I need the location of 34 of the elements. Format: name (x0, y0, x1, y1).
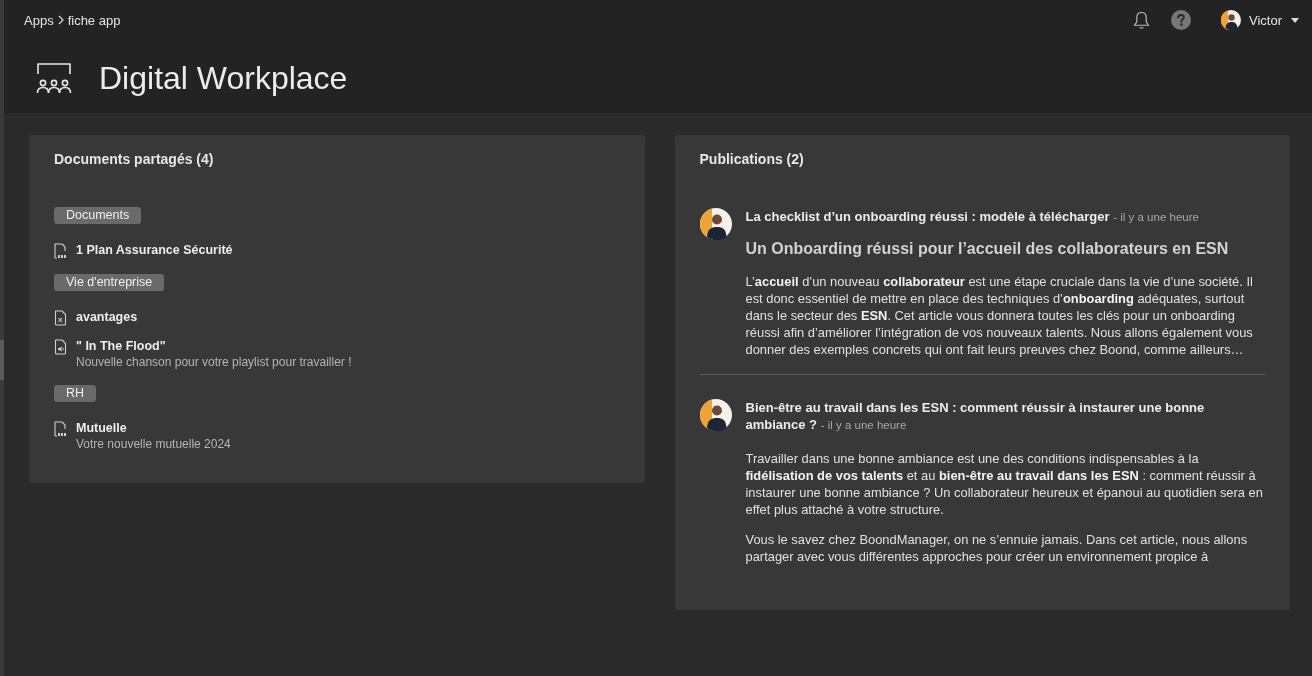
avatar-icon[interactable] (1221, 10, 1241, 30)
avatar-icon (699, 208, 732, 240)
file-name[interactable]: 1 Plan Assurance Sécurité (76, 242, 233, 258)
post-paragraph: Vous le savez chez BoondManager, on ne s’ennuie jamais. Dans cet article, nous allons partager avec vous différentes approches pour créer un environnement propice à (745, 531, 1249, 565)
category-tag: RH (54, 385, 97, 402)
help-icon[interactable] (1171, 10, 1191, 30)
post-title[interactable]: Bien-être au travail dans les ESN : comment réussir à instaurer une bonne ambiance ? - il y a une heure (745, 399, 1265, 434)
presentation-group-icon (36, 62, 72, 94)
audio-file-icon (54, 339, 67, 355)
page-title: Digital Workplace (99, 59, 348, 97)
post-paragraph: L’accueil d’un nouveau collaborateur est une étape cruciale dans la vie d’une société. Il est donc essentiel de mettre en place des techniques d’onboarding adéquates, surtout dans le secteur des ESN. Cet article vous donnera toutes les clés pour un onboarding réussi afin d’améliorer l’intégration de vos nouveaux talents. Nous allons également vous donner des exemples concrets qui ont fait leurs preuves chez Boond, comme ailleurs… (745, 273, 1254, 358)
file-name[interactable]: avantages (76, 309, 138, 325)
resize-handle[interactable] (0, 340, 4, 380)
caret-down-icon (1291, 17, 1299, 23)
file-name[interactable]: Mutuelle (76, 420, 127, 436)
bell-icon[interactable] (1133, 10, 1150, 30)
breadcrumb-link[interactable]: Apps (24, 12, 54, 28)
card-title: Publications (2) (699, 150, 805, 168)
post-title[interactable]: La checklist d’un onboarding réussi : modèle à télécharger - il y a une heure (745, 208, 1265, 226)
chevron-right-icon (57, 15, 64, 25)
user-menu-button[interactable]: Victor (1245, 10, 1303, 30)
post-paragraph: Travailler dans une bonne ambiance est une des conditions indispensables à la fidélisation de vos talents et au bien-être au travail dans les ESN : comment réussir à instaurer une bonne ambiance ? Un collaborateur heureux et épanoui au quotidien sera en effet plus attaché à votre structure. (745, 450, 1264, 518)
post-heading: Un Onboarding réussi pour l’accueil des collaborateurs en ESN (745, 239, 1230, 259)
spreadsheet-file-icon (54, 310, 67, 326)
pdf-file-icon (54, 421, 67, 437)
avatar-icon (699, 399, 732, 431)
card-title: Documents partagés (4) (54, 150, 215, 168)
breadcrumb-current: fiche app (67, 12, 121, 28)
category-tag: Vie d'entreprise (54, 274, 165, 291)
pdf-file-icon (54, 243, 67, 259)
file-name[interactable]: " In The Flood" (76, 338, 166, 354)
category-tag: Documents (54, 207, 142, 224)
file-description: Nouvelle chanson pour votre playlist pour travailler ! (76, 355, 352, 370)
file-description: Votre nouvelle mutuelle 2024 (76, 437, 231, 452)
